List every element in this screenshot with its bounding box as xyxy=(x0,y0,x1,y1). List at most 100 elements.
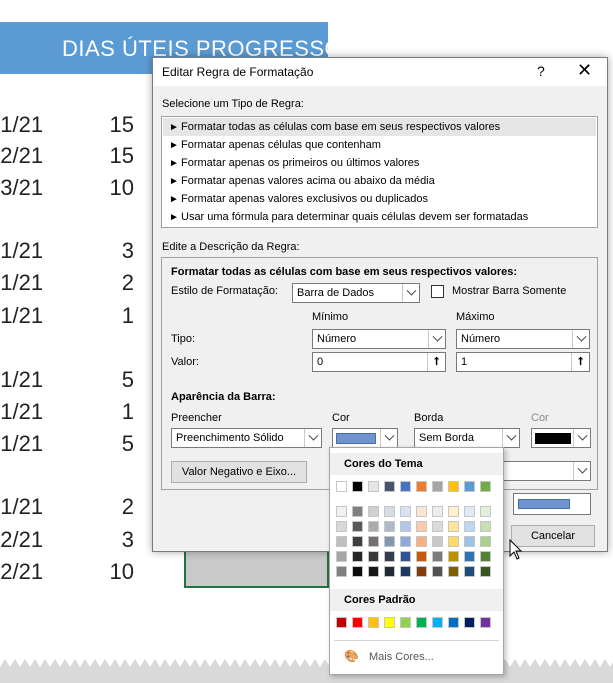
theme-shade-swatch[interactable] xyxy=(336,551,347,562)
standard-color-swatch[interactable] xyxy=(400,617,411,628)
rule-type-item[interactable]: ► Formatar apenas valores exclusivos ou d… xyxy=(163,190,596,208)
min-value-input[interactable]: 0 ⭡ xyxy=(312,352,446,372)
standard-color-swatch[interactable] xyxy=(464,617,475,628)
theme-shade-swatch[interactable] xyxy=(400,551,411,562)
theme-shade-swatch[interactable] xyxy=(416,551,427,562)
rule-type-item[interactable]: ► Usar uma fórmula para determinar quais … xyxy=(163,208,596,226)
theme-shade-swatch[interactable] xyxy=(400,506,411,517)
theme-shade-swatch[interactable] xyxy=(352,536,363,547)
value-cell[interactable]: 3 xyxy=(122,238,134,264)
theme-shade-swatch[interactable] xyxy=(352,506,363,517)
theme-shade-swatch[interactable] xyxy=(480,551,491,562)
theme-shade-swatch[interactable] xyxy=(400,536,411,547)
fill-color-picker[interactable] xyxy=(332,428,398,448)
fill-select[interactable]: Preenchimento Sólido xyxy=(171,428,322,448)
theme-color-swatch[interactable] xyxy=(368,481,379,492)
theme-shade-swatch[interactable] xyxy=(448,506,459,517)
cancel-button[interactable]: Cancelar xyxy=(511,525,595,547)
more-colors-link[interactable]: Mais Cores... xyxy=(369,651,434,663)
value-cell[interactable]: 1 xyxy=(122,399,134,425)
theme-shade-swatch[interactable] xyxy=(448,566,459,577)
standard-color-swatch[interactable] xyxy=(384,617,395,628)
theme-shade-swatch[interactable] xyxy=(368,536,379,547)
show-bar-only-checkbox[interactable] xyxy=(431,285,444,298)
theme-shade-swatch[interactable] xyxy=(384,551,395,562)
theme-shade-swatch[interactable] xyxy=(432,536,443,547)
standard-color-swatch[interactable] xyxy=(368,617,379,628)
theme-shade-swatch[interactable] xyxy=(448,521,459,532)
theme-shade-swatch[interactable] xyxy=(384,566,395,577)
theme-shade-swatch[interactable] xyxy=(480,506,491,517)
theme-shade-swatch[interactable] xyxy=(480,536,491,547)
theme-shade-swatch[interactable] xyxy=(432,566,443,577)
theme-shade-swatch[interactable] xyxy=(416,536,427,547)
rule-type-item[interactable]: ► Formatar apenas os primeiros ou últimos… xyxy=(163,154,596,172)
theme-shade-swatch[interactable] xyxy=(368,566,379,577)
theme-shade-swatch[interactable] xyxy=(480,521,491,532)
theme-shade-swatch[interactable] xyxy=(384,536,395,547)
value-cell[interactable]: 15 xyxy=(110,112,134,138)
value-cell[interactable]: 5 xyxy=(122,367,134,393)
theme-shade-swatch[interactable] xyxy=(432,506,443,517)
date-cell[interactable]: 01/21 xyxy=(0,367,43,393)
theme-shade-swatch[interactable] xyxy=(464,566,475,577)
theme-color-swatch[interactable] xyxy=(352,481,363,492)
theme-shade-swatch[interactable] xyxy=(336,536,347,547)
theme-shade-swatch[interactable] xyxy=(432,551,443,562)
min-type-select[interactable]: Número xyxy=(312,329,446,349)
theme-shade-swatch[interactable] xyxy=(448,551,459,562)
theme-color-swatch[interactable] xyxy=(432,481,443,492)
date-cell[interactable]: 02/21 xyxy=(0,559,43,585)
theme-shade-swatch[interactable] xyxy=(400,521,411,532)
theme-color-swatch[interactable] xyxy=(464,481,475,492)
theme-shade-swatch[interactable] xyxy=(464,521,475,532)
theme-shade-swatch[interactable] xyxy=(336,506,347,517)
theme-color-swatch[interactable] xyxy=(448,481,459,492)
date-cell[interactable]: 01/21 xyxy=(0,303,43,329)
value-cell[interactable]: 5 xyxy=(122,431,134,457)
value-cell[interactable]: 1 xyxy=(122,303,134,329)
value-cell[interactable]: 2 xyxy=(122,270,134,296)
value-cell[interactable]: 2 xyxy=(122,494,134,520)
date-cell[interactable]: 01/21 xyxy=(0,238,43,264)
rule-type-item[interactable]: ► Formatar apenas valores acima ou abaixo… xyxy=(163,172,596,190)
theme-shade-swatch[interactable] xyxy=(448,536,459,547)
date-cell[interactable]: 01/21 xyxy=(0,270,43,296)
border-color-picker[interactable] xyxy=(531,428,591,448)
standard-color-swatch[interactable] xyxy=(448,617,459,628)
rule-type-item[interactable]: ► Formatar apenas células que contenham xyxy=(163,136,596,154)
bar-direction-select[interactable] xyxy=(502,461,591,481)
rule-type-list[interactable]: ► Formatar todas as células com base em s… xyxy=(161,116,598,228)
standard-color-swatch[interactable] xyxy=(432,617,443,628)
standard-color-swatch[interactable] xyxy=(480,617,491,628)
date-cell[interactable]: 02/21 xyxy=(0,143,43,169)
date-cell[interactable]: 01/21 xyxy=(0,431,43,457)
theme-shade-swatch[interactable] xyxy=(464,506,475,517)
help-button[interactable]: ? xyxy=(537,63,545,79)
selected-cell[interactable] xyxy=(184,548,329,588)
date-cell[interactable]: 03/21 xyxy=(0,175,43,201)
value-cell[interactable]: 10 xyxy=(110,559,134,585)
theme-shade-swatch[interactable] xyxy=(336,566,347,577)
date-cell[interactable]: 02/21 xyxy=(0,527,43,553)
theme-shade-swatch[interactable] xyxy=(336,521,347,532)
theme-shade-swatch[interactable] xyxy=(368,551,379,562)
theme-shade-swatch[interactable] xyxy=(416,506,427,517)
theme-shade-swatch[interactable] xyxy=(464,536,475,547)
theme-shade-swatch[interactable] xyxy=(352,566,363,577)
date-cell[interactable]: 01/21 xyxy=(0,399,43,425)
close-button[interactable]: ✕ xyxy=(577,61,592,79)
standard-color-swatch[interactable] xyxy=(336,617,347,628)
max-type-select[interactable]: Número xyxy=(456,329,590,349)
theme-shade-swatch[interactable] xyxy=(352,521,363,532)
theme-color-swatch[interactable] xyxy=(480,481,491,492)
theme-shade-swatch[interactable] xyxy=(464,551,475,562)
theme-color-swatch[interactable] xyxy=(336,481,347,492)
theme-shade-swatch[interactable] xyxy=(480,566,491,577)
theme-shade-swatch[interactable] xyxy=(368,506,379,517)
theme-color-swatch[interactable] xyxy=(400,481,411,492)
range-select-icon[interactable]: ⭡ xyxy=(427,353,445,371)
max-value-input[interactable]: 1 ⭡ xyxy=(456,352,590,372)
value-cell[interactable]: 10 xyxy=(110,175,134,201)
value-cell[interactable]: 15 xyxy=(110,143,134,169)
